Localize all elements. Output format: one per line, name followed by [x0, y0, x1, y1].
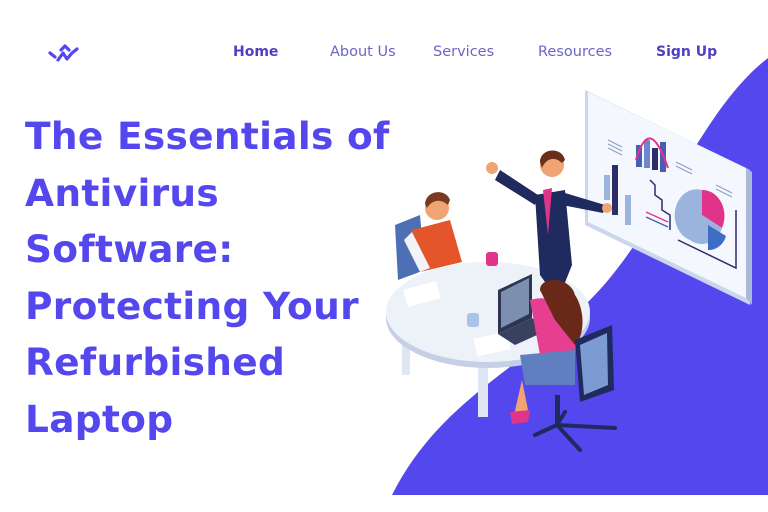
nav-resources[interactable]: Resources: [538, 44, 612, 60]
title-line: The Essentials of: [25, 114, 390, 158]
main-nav: Home About Us Services Resources Sign Up: [0, 44, 768, 66]
presentation-board: [585, 90, 752, 305]
title-line: Software:: [25, 227, 234, 271]
title-line: Refurbished: [25, 340, 286, 384]
page-title: The Essentials of Antivirus Software: Pr…: [25, 108, 405, 447]
nav-about-us[interactable]: About Us: [330, 44, 396, 60]
title-line: Laptop: [25, 396, 174, 441]
nav-services[interactable]: Services: [433, 44, 494, 60]
nav-sign-up[interactable]: Sign Up: [656, 44, 717, 60]
nav-home[interactable]: Home: [233, 44, 278, 60]
title-line: Antivirus: [25, 170, 220, 215]
title-line: Protecting Your: [25, 283, 359, 328]
office-meeting-illustration: [386, 90, 752, 452]
